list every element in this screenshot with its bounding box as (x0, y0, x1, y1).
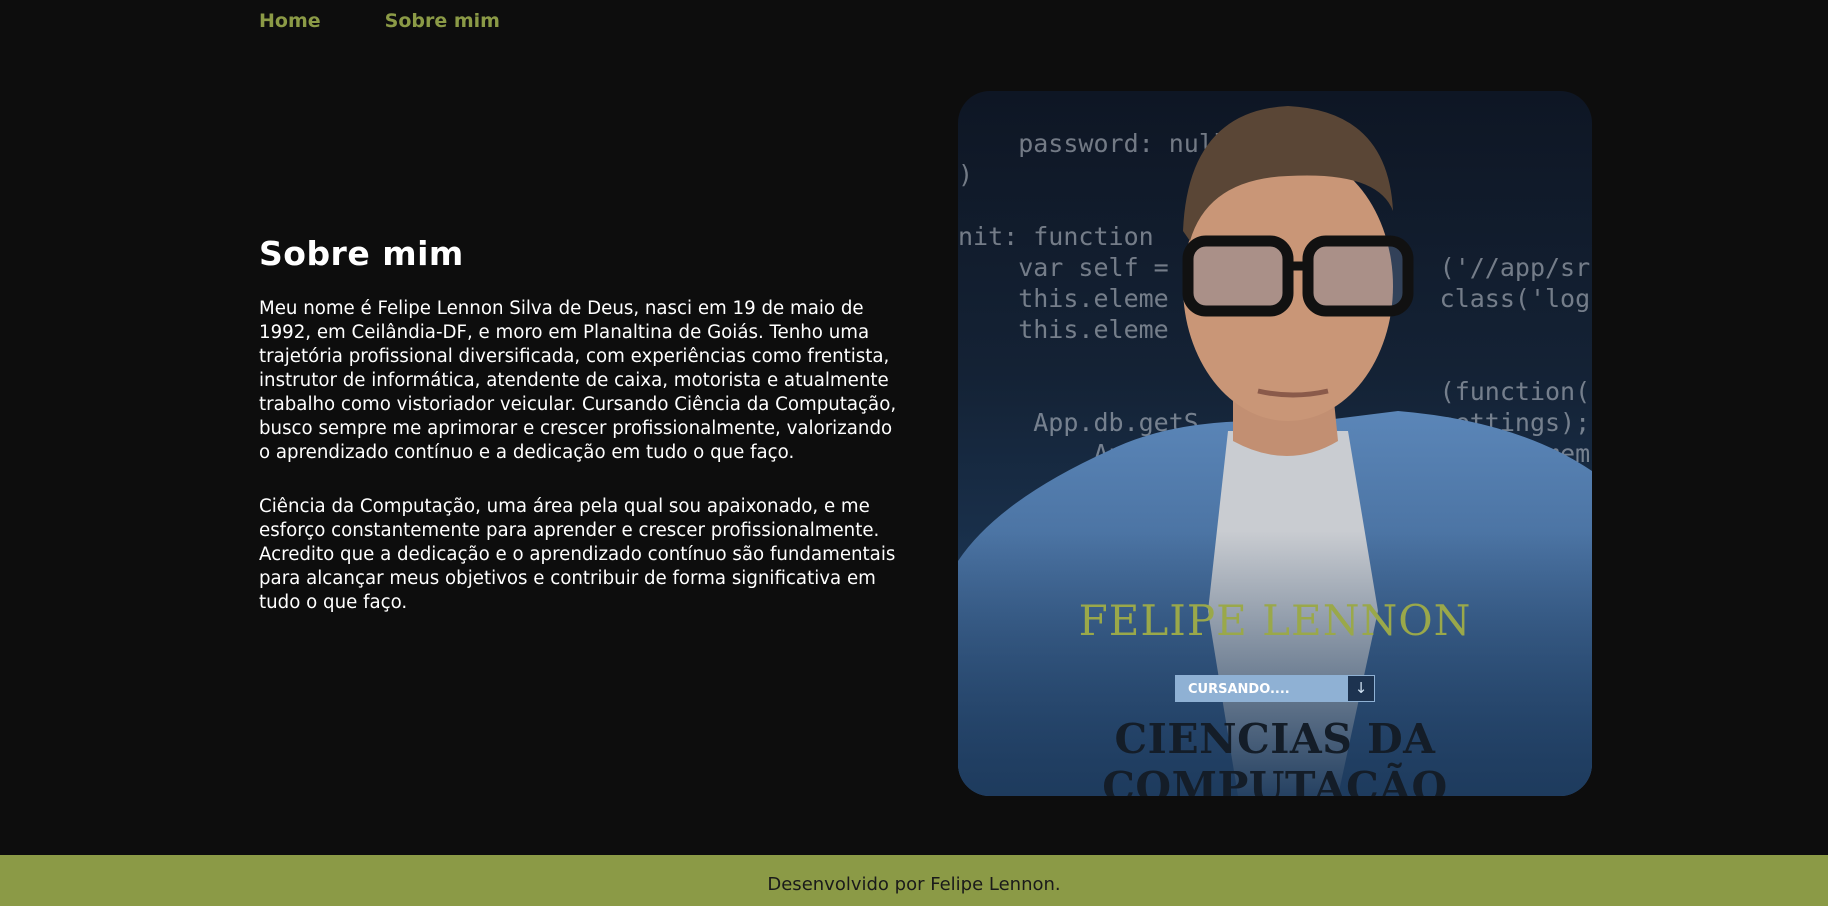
footer-text: Desenvolvido por Felipe Lennon. (767, 874, 1061, 895)
cursando-dropdown[interactable]: CURSANDO.... ↓ (1175, 675, 1375, 702)
about-section: Sobre mim Meu nome é Felipe Lennon Silva… (259, 234, 899, 615)
arrow-down-icon[interactable]: ↓ (1348, 676, 1374, 701)
nav-home-link[interactable]: Home (259, 10, 321, 32)
about-paragraph-2: Ciência da Computação, uma área pela qua… (259, 496, 896, 613)
profile-photo-card: password: null ) nit: function var self … (958, 91, 1592, 796)
card-course-title: CIENCIAS DA COMPUTAÇÃO (1102, 715, 1448, 796)
page-footer: Desenvolvido por Felipe Lennon. (0, 855, 1828, 906)
nav-sobre-mim-link[interactable]: Sobre mim (385, 10, 500, 32)
cursando-label: CURSANDO.... (1176, 676, 1348, 701)
about-title: Sobre mim (259, 234, 464, 273)
about-paragraph-1: Meu nome é Felipe Lennon Silva de Deus, … (259, 298, 897, 463)
main-nav: Home Sobre mim (259, 10, 500, 32)
card-name-title: FELIPE LENNON (1078, 596, 1472, 645)
